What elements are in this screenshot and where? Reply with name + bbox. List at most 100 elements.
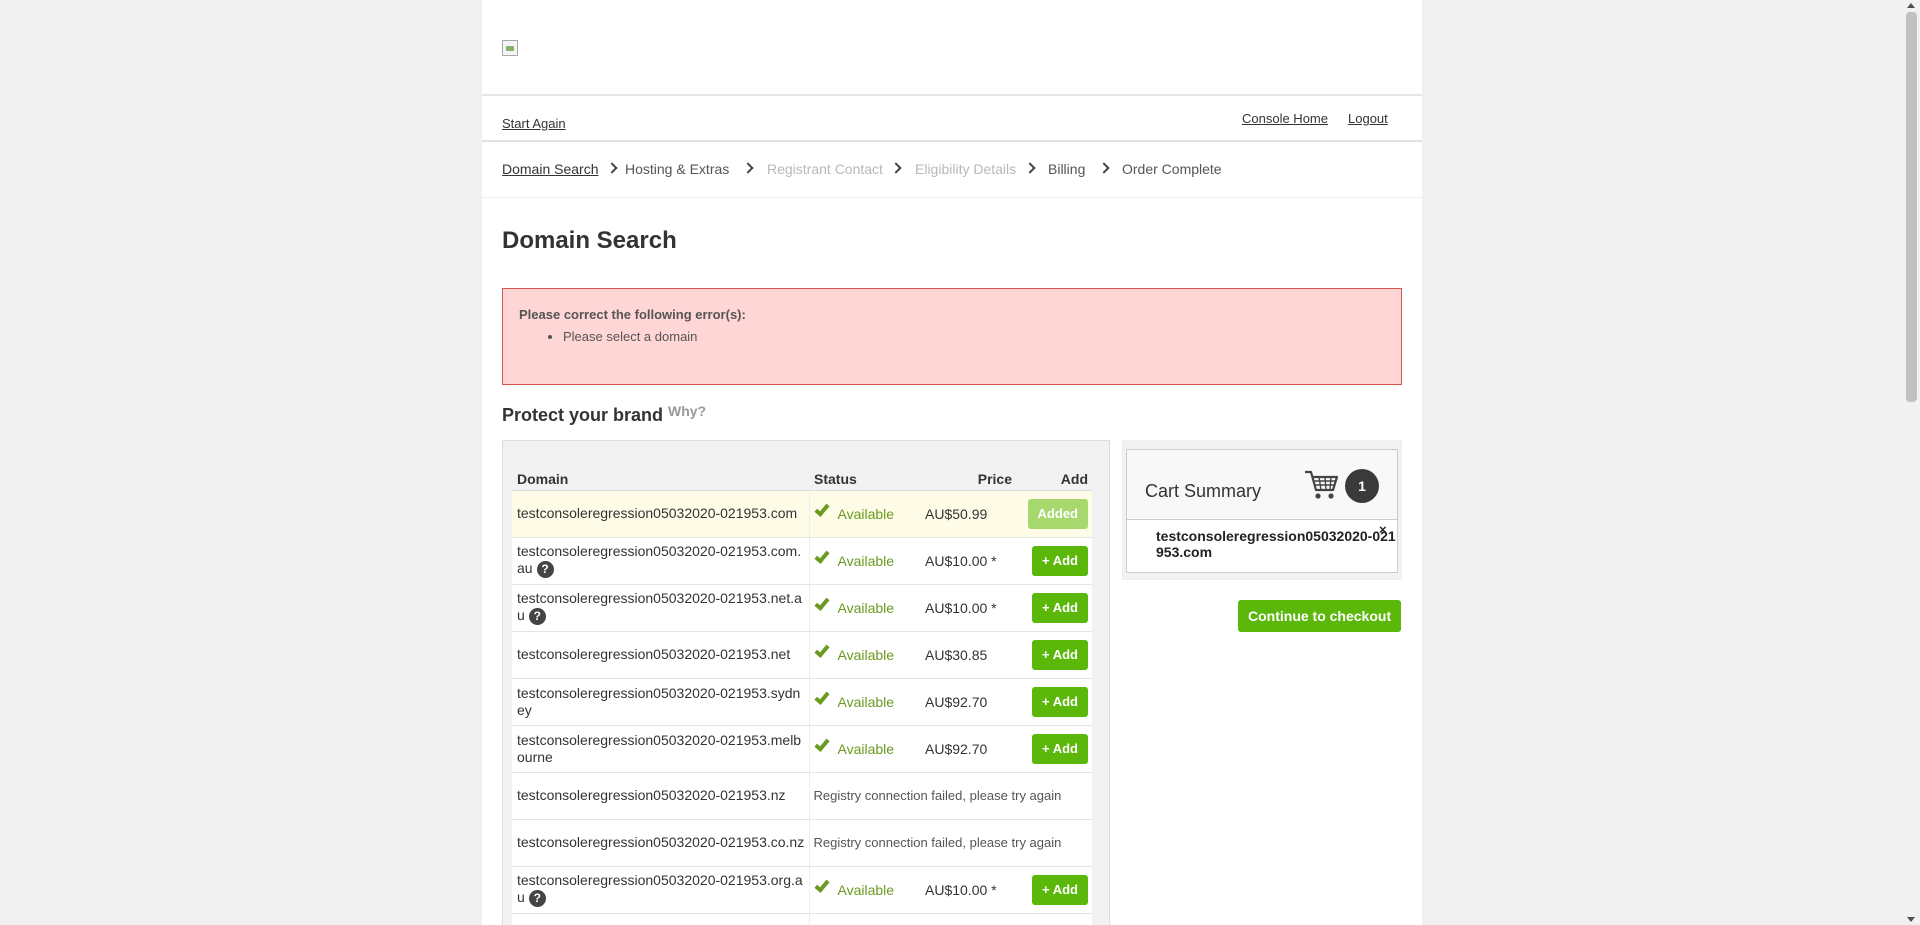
table-row: testconsoleregression05032020-021953.nz R… <box>512 772 1092 820</box>
domain-name: testconsoleregression05032020-021953.net… <box>517 590 802 624</box>
status-cell: Available <box>808 631 921 679</box>
price-cell: AU$92.70 <box>921 725 1016 773</box>
domain-cell: testconsoleregression05032020-021953.nz <box>512 772 809 820</box>
scrollbar-thumb[interactable] <box>1906 12 1917 402</box>
step-domain-search[interactable]: Domain Search <box>502 161 599 177</box>
status-cell: Available <box>808 866 921 914</box>
error-message-box: Please correct the following error(s): P… <box>502 288 1402 385</box>
domain-cell: testconsoleregression05032020-021953.com… <box>512 537 809 585</box>
status-text: Available <box>837 741 895 757</box>
add-cell: + Add <box>1016 678 1092 726</box>
continue-to-checkout-button[interactable]: Continue to checkout <box>1238 600 1402 632</box>
console-home-link[interactable]: Console Home <box>1242 111 1328 126</box>
column-header-add: Add <box>1016 464 1092 491</box>
scroll-down-arrow-icon[interactable] <box>1907 917 1915 922</box>
step-registrant-contact: Registrant Contact <box>767 161 883 177</box>
price-cell: AU$10.00 * <box>921 537 1016 585</box>
step-hosting-extras[interactable]: Hosting & Extras <box>625 161 729 177</box>
column-header-status: Status <box>809 464 921 491</box>
column-header-domain: Domain <box>512 464 809 491</box>
domain-cell: testconsoleregression05032020-021953.org… <box>512 866 809 914</box>
broken-image-icon <box>502 40 518 56</box>
add-domain-button[interactable]: + Add <box>1032 592 1088 623</box>
price-cell: AU$10.00 * <box>921 866 1016 914</box>
checkout-steps: Domain Search Hosting & Extras Registrant … <box>482 142 1422 198</box>
help-icon[interactable]: ? <box>528 607 546 625</box>
add-cell <box>1016 913 1092 925</box>
status-text: Available <box>837 506 895 522</box>
price-cell: AU$50.99 <box>921 490 1016 538</box>
domain-name: testconsoleregression05032020-021953.co.… <box>517 834 805 850</box>
status-cell: Available <box>808 537 921 585</box>
logout-link[interactable]: Logout <box>1348 111 1388 126</box>
status-text: Available <box>837 694 895 710</box>
page-scrollbar[interactable] <box>1903 0 1920 925</box>
scroll-up-arrow-icon[interactable] <box>1907 3 1915 8</box>
cart-count-badge: 1 <box>1345 469 1379 503</box>
table-row: testconsoleregression05032020-021953.syd… <box>512 678 1092 726</box>
shopping-cart-icon <box>1305 470 1339 499</box>
chevron-right-icon <box>1024 162 1036 174</box>
chevron-right-icon <box>742 162 754 174</box>
price-cell <box>921 913 1016 925</box>
chevron-right-icon <box>890 162 902 174</box>
domain-name: testconsoleregression05032020-021953.com… <box>517 543 802 577</box>
step-billing[interactable]: Billing <box>1048 161 1085 177</box>
table-row: testconsoleregression05032020-021953.mel… <box>512 725 1092 773</box>
domain-name: testconsoleregression05032020-021953.org… <box>517 872 803 906</box>
help-icon[interactable]: ? <box>528 889 546 907</box>
status-failed-message: Registry connection failed, please try a… <box>808 772 1092 820</box>
protect-brand-heading: Protect your brand <box>502 405 664 425</box>
chevron-right-icon <box>606 162 618 174</box>
domain-cell: testconsoleregression05032020-021953.or <box>512 913 809 925</box>
domain-cell: testconsoleregression05032020-021953.com <box>512 490 809 538</box>
cart-summary-panel: Cart Summary 1 testconsoleregression0503… <box>1122 440 1402 580</box>
add-domain-button[interactable]: + Add <box>1032 545 1088 576</box>
checkmark-icon <box>813 642 830 658</box>
page-container: Start Again Console Home Logout Domain S… <box>482 0 1422 925</box>
price-cell: AU$30.85 <box>921 631 1016 679</box>
add-cell: + Add <box>1016 584 1092 632</box>
help-icon[interactable]: ? <box>536 560 554 578</box>
checkmark-icon <box>813 501 830 517</box>
status-text: Available <box>837 600 895 616</box>
cart-summary-title: Cart Summary <box>1145 481 1262 501</box>
error-item: Please select a domain <box>563 329 697 344</box>
table-row: testconsoleregression05032020-021953.com… <box>512 490 1092 538</box>
checkmark-icon <box>813 689 830 705</box>
checkmark-icon <box>813 736 830 752</box>
status-text: Available <box>837 647 895 663</box>
table-row: testconsoleregression05032020-021953.or <box>512 913 1092 925</box>
error-title: Please correct the following error(s): <box>519 307 746 322</box>
status-failed-message: Registry connection failed, please try a… <box>808 819 1092 867</box>
checkmark-icon <box>813 877 830 893</box>
status-text: Available <box>837 882 895 898</box>
domain-cell: testconsoleregression05032020-021953.net… <box>512 584 809 632</box>
step-order-complete[interactable]: Order Complete <box>1122 161 1222 177</box>
header <box>482 0 1422 96</box>
add-domain-button[interactable]: + Add <box>1032 639 1088 670</box>
added-button[interactable]: Added <box>1027 498 1088 529</box>
cart-item-domain: testconsoleregression05032020-021953.com <box>1156 528 1396 560</box>
checkmark-icon <box>813 548 830 564</box>
checkmark-icon <box>813 595 830 611</box>
cart-remove-icon[interactable]: × <box>1379 522 1387 537</box>
status-text: Available <box>837 553 895 569</box>
domain-cell: testconsoleregression05032020-021953.co.… <box>512 819 809 867</box>
add-domain-button[interactable]: + Add <box>1032 874 1088 905</box>
step-eligibility-details: Eligibility Details <box>915 161 1017 177</box>
status-cell: Available <box>808 584 921 632</box>
add-domain-button[interactable]: + Add <box>1032 686 1088 717</box>
why-link[interactable]: Why? <box>668 403 706 419</box>
add-cell: + Add <box>1016 866 1092 914</box>
domain-results-table: Domain Status Price Add testconsoleregre… <box>512 464 1092 925</box>
domain-name: testconsoleregression05032020-021953.mel… <box>517 731 802 765</box>
domain-name: testconsoleregression05032020-021953.syd… <box>517 684 801 718</box>
domain-cell: testconsoleregression05032020-021953.syd… <box>512 678 809 726</box>
domain-name: testconsoleregression05032020-021953.nz <box>517 787 786 803</box>
table-row: testconsoleregression05032020-021953.com… <box>512 537 1092 585</box>
add-domain-button[interactable]: + Add <box>1032 733 1088 764</box>
table-header-row: Domain Status Price Add <box>512 464 1092 491</box>
start-again-link[interactable]: Start Again <box>502 116 566 131</box>
domain-name: testconsoleregression05032020-021953.com <box>517 505 798 521</box>
